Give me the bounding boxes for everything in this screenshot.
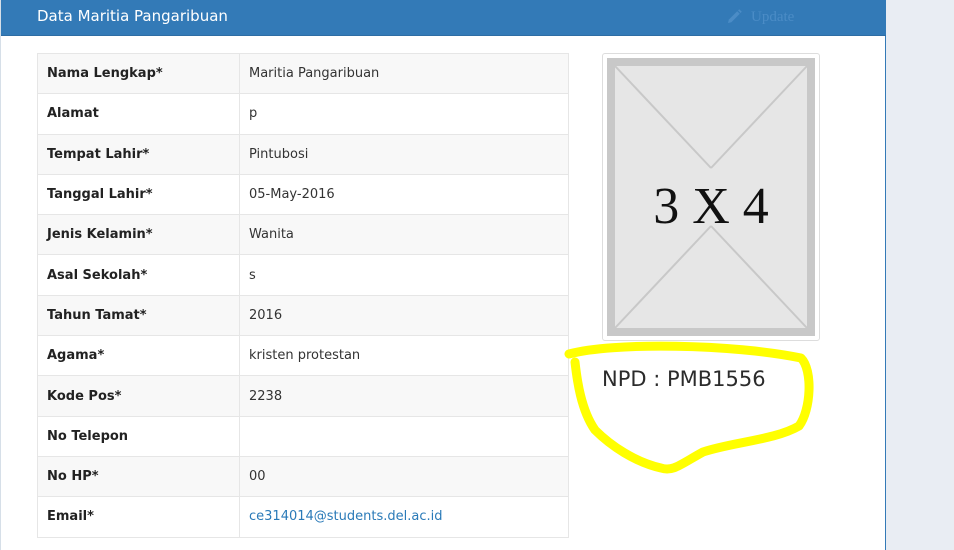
table-row: Asal Sekolah* s bbox=[37, 254, 569, 296]
photo-placeholder-text: 3 X 4 bbox=[653, 178, 769, 235]
field-value: p bbox=[239, 93, 569, 135]
field-label: Agama* bbox=[37, 335, 240, 377]
update-button[interactable]: Update bbox=[725, 4, 794, 30]
student-data-panel: Data Maritia Pangaribuan Update Nama Len… bbox=[0, 0, 886, 550]
page-background bbox=[885, 0, 954, 550]
email-link[interactable]: ce314014@students.del.ac.id bbox=[249, 509, 442, 524]
table-row: No HP* 00 bbox=[37, 455, 569, 498]
field-value: Wanita bbox=[239, 214, 569, 256]
field-value: Pintubosi bbox=[239, 133, 569, 175]
table-row: Alamat p bbox=[37, 93, 569, 135]
field-label: Jenis Kelamin* bbox=[37, 214, 240, 256]
field-value: 2238 bbox=[239, 375, 569, 417]
highlight-annotation bbox=[564, 341, 814, 474]
table-row: Tempat Lahir* Pintubosi bbox=[37, 133, 569, 175]
table-row: Nama Lengkap* Maritia Pangaribuan bbox=[37, 52, 569, 95]
student-data-table: Nama Lengkap* Maritia Pangaribuan Alamat… bbox=[37, 52, 569, 538]
update-button-label: Update bbox=[751, 8, 795, 25]
table-row: Jenis Kelamin* Wanita bbox=[37, 214, 569, 256]
field-label: Tahun Tamat* bbox=[37, 294, 240, 337]
pencil-icon bbox=[725, 8, 743, 26]
panel-heading: Data Maritia Pangaribuan Update bbox=[1, 0, 886, 36]
field-label: No HP* bbox=[37, 455, 240, 498]
table-row: Tanggal Lahir* 05-May-2016 bbox=[37, 173, 569, 216]
field-value: Maritia Pangaribuan bbox=[239, 52, 569, 95]
field-label: Nama Lengkap* bbox=[37, 52, 240, 95]
table-row: Tahun Tamat* 2016 bbox=[37, 294, 569, 337]
panel-title: Data Maritia Pangaribuan bbox=[37, 7, 228, 25]
field-value: kristen protestan bbox=[239, 335, 569, 377]
field-value: 00 bbox=[239, 455, 569, 498]
field-label: Email* bbox=[37, 496, 240, 538]
field-label: Tempat Lahir* bbox=[37, 133, 240, 175]
npd-label: NPD : PMB1556 bbox=[602, 367, 766, 391]
field-label: No Telepon bbox=[37, 415, 240, 457]
field-label: Asal Sekolah* bbox=[37, 254, 240, 296]
table-row: Agama* kristen protestan bbox=[37, 335, 569, 377]
field-label: Kode Pos* bbox=[37, 375, 240, 417]
field-value: ce314014@students.del.ac.id bbox=[239, 496, 569, 538]
table-row: No Telepon bbox=[37, 415, 569, 457]
table-row: Kode Pos* 2238 bbox=[37, 375, 569, 417]
field-value: s bbox=[239, 254, 569, 296]
field-value: 05-May-2016 bbox=[239, 173, 569, 216]
field-value: 2016 bbox=[239, 294, 569, 337]
table-row: Email* ce314014@students.del.ac.id bbox=[37, 496, 569, 538]
photo-placeholder: 3 X 4 bbox=[602, 53, 820, 341]
field-value bbox=[239, 415, 569, 457]
field-label: Alamat bbox=[37, 93, 240, 135]
field-label: Tanggal Lahir* bbox=[37, 173, 240, 216]
